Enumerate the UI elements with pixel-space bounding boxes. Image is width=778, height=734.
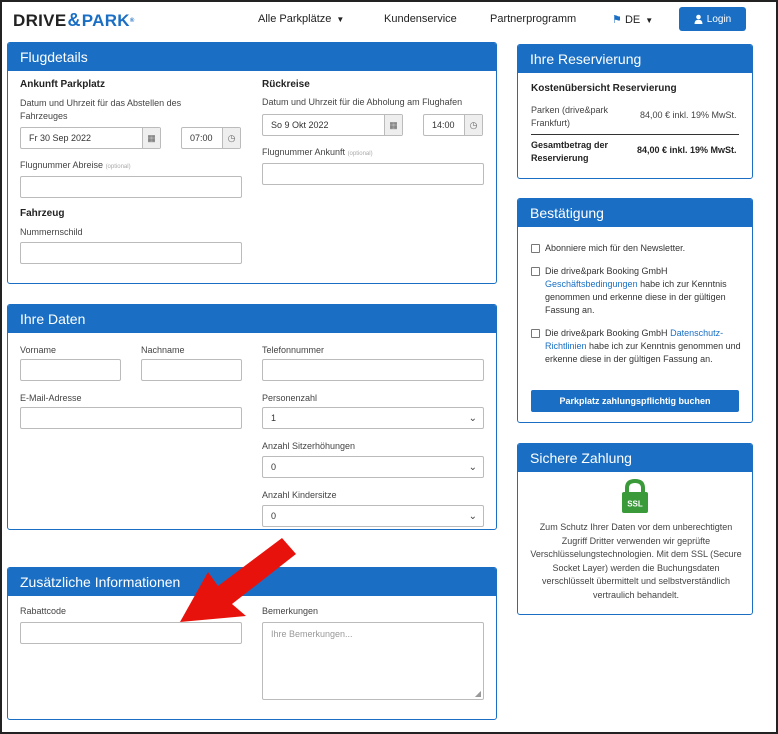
language-selector[interactable]: ⚑ DE ▼ — [612, 13, 653, 26]
terms-checkbox[interactable] — [531, 267, 540, 276]
logo-mark: & — [67, 10, 81, 30]
cost-divider — [531, 134, 739, 135]
personal-data-header: Ihre Daten — [8, 305, 496, 333]
boosters-select[interactable]: 0 ⌄ — [262, 456, 484, 478]
return-time-input[interactable]: 14:00 ◷ — [423, 114, 483, 136]
confirmation-header: Bestätigung — [518, 199, 752, 227]
login-label: Login — [706, 13, 732, 25]
total-cost-label: Gesamtbetrag der Reservierung — [531, 140, 609, 163]
terms-link[interactable]: Geschäftsbedingungen — [545, 279, 638, 289]
ssl-lock-icon: SSL — [622, 478, 648, 513]
arrival-time-value: 07:00 — [190, 133, 213, 143]
firstname-input[interactable] — [20, 359, 121, 381]
flight-out-label: Flugnummer Abreise (optional) — [20, 160, 131, 170]
discount-label: Rabattcode — [20, 606, 67, 616]
boosters-label: Anzahl Sitzerhöhungen — [262, 441, 356, 451]
privacy-checkbox[interactable] — [531, 329, 540, 338]
return-time-value: 14:00 — [432, 120, 455, 130]
email-input[interactable] — [20, 407, 242, 429]
flight-in-input[interactable] — [262, 163, 484, 185]
arrival-title: Ankunft Parkplatz — [20, 79, 106, 90]
childseats-label: Anzahl Kindersitze — [262, 490, 337, 500]
caret-down-icon: ▼ — [645, 16, 654, 25]
terms-label: Die drive&park Booking GmbH Geschäftsbed… — [545, 265, 741, 317]
privacy-text-pre: Die drive&park Booking GmbH — [545, 328, 668, 338]
optional-hint: (optional) — [347, 151, 373, 157]
logo-registered: ® — [129, 17, 135, 24]
nav-all-parking[interactable]: Alle Parkplätze ▼ — [258, 13, 344, 25]
arrival-time-input[interactable]: 07:00 ◷ — [181, 127, 241, 149]
top-navbar: DRIVE & PARK ® Alle Parkplätze ▼ Kundense… — [0, 0, 778, 40]
brand-logo[interactable]: DRIVE & PARK ® — [13, 10, 135, 31]
email-label: E-Mail-Adresse — [20, 393, 82, 403]
lastname-input[interactable] — [141, 359, 242, 381]
return-label: Datum und Uhrzeit für die Abholung am Fl… — [262, 97, 463, 107]
return-date-value: So 9 Okt 2022 — [271, 120, 329, 130]
flight-details-header: Flugdetails — [8, 43, 496, 71]
book-parking-button[interactable]: Parkplatz zahlungspflichtig buchen — [531, 390, 739, 412]
lastname-label: Nachname — [141, 345, 185, 355]
flag-icon: ⚑ — [612, 14, 622, 26]
flight-out-label-text: Flugnummer Abreise — [20, 160, 104, 170]
total-cost-value: 84,00 € inkl. 19% MwSt. — [637, 145, 737, 155]
secure-payment-text: Zum Schutz Ihrer Daten vor dem unberecht… — [530, 522, 742, 600]
return-date-input[interactable]: So 9 Okt 2022 ▦ — [262, 114, 403, 136]
nav-all-parking-label: Alle Parkplätze — [258, 13, 332, 25]
user-icon — [694, 14, 703, 24]
parking-cost-label: Parken (drive&park Frankfurt) — [531, 105, 609, 128]
calendar-icon[interactable]: ▦ — [142, 128, 160, 148]
vehicle-title: Fahrzeug — [20, 208, 65, 219]
persons-label: Personenzahl — [262, 393, 318, 403]
newsletter-checkbox[interactable] — [531, 244, 540, 253]
phone-input[interactable] — [262, 359, 484, 381]
persons-value: 1 — [271, 413, 277, 423]
chevron-down-icon: ⌄ — [468, 462, 477, 473]
notes-placeholder: Ihre Bemerkungen... — [271, 629, 353, 639]
cost-overview-title: Kostenübersicht Reservierung — [531, 83, 677, 94]
arrival-date-input[interactable]: Fr 30 Sep 2022 ▦ — [20, 127, 161, 149]
language-label: DE — [624, 14, 641, 26]
childseats-select[interactable]: 0 ⌄ — [262, 505, 484, 527]
parking-cost-value: 84,00 € inkl. 19% MwSt. — [640, 110, 737, 120]
nav-customer-service[interactable]: Kundenservice — [384, 13, 457, 25]
logo-drive-text: DRIVE — [13, 10, 67, 30]
chevron-down-icon: ⌄ — [468, 511, 477, 522]
privacy-label: Die drive&park Booking GmbH Datenschutz-… — [545, 327, 741, 366]
terms-text-pre: Die drive&park Booking GmbH — [545, 266, 668, 276]
optional-hint: (optional) — [105, 164, 131, 170]
plate-label: Nummernschild — [20, 227, 83, 237]
flight-out-input[interactable] — [20, 176, 242, 198]
flight-in-label-text: Flugnummer Ankunft — [262, 147, 346, 157]
newsletter-label: Abonniere mich für den Newsletter. — [545, 243, 686, 253]
login-button[interactable]: Login — [679, 7, 746, 31]
nav-partner-program[interactable]: Partnerprogramm — [490, 13, 576, 25]
red-arrow-annotation — [180, 538, 296, 622]
secure-payment-header: Sichere Zahlung — [518, 444, 752, 472]
reservation-header: Ihre Reservierung — [518, 45, 752, 73]
calendar-icon[interactable]: ▦ — [384, 115, 402, 135]
boosters-value: 0 — [271, 462, 277, 472]
childseats-value: 0 — [271, 511, 277, 521]
notes-textarea[interactable]: Ihre Bemerkungen... ◢ — [262, 622, 484, 700]
flight-in-label: Flugnummer Ankunft (optional) — [262, 147, 373, 157]
caret-down-icon: ▼ — [336, 15, 345, 24]
ssl-label: SSL — [627, 500, 643, 509]
clock-icon[interactable]: ◷ — [464, 115, 482, 135]
persons-select[interactable]: 1 ⌄ — [262, 407, 484, 429]
return-title: Rückreise — [262, 79, 310, 90]
resize-grip-icon[interactable]: ◢ — [475, 689, 481, 698]
arrival-label: Datum und Uhrzeit für das Abstellen des … — [20, 98, 182, 121]
phone-label: Telefonnummer — [262, 345, 325, 355]
chevron-down-icon: ⌄ — [468, 413, 477, 424]
logo-park-text: PARK — [81, 10, 130, 30]
plate-input[interactable] — [20, 242, 242, 264]
firstname-label: Vorname — [20, 345, 57, 355]
arrival-date-value: Fr 30 Sep 2022 — [29, 133, 92, 143]
clock-icon[interactable]: ◷ — [222, 128, 240, 148]
